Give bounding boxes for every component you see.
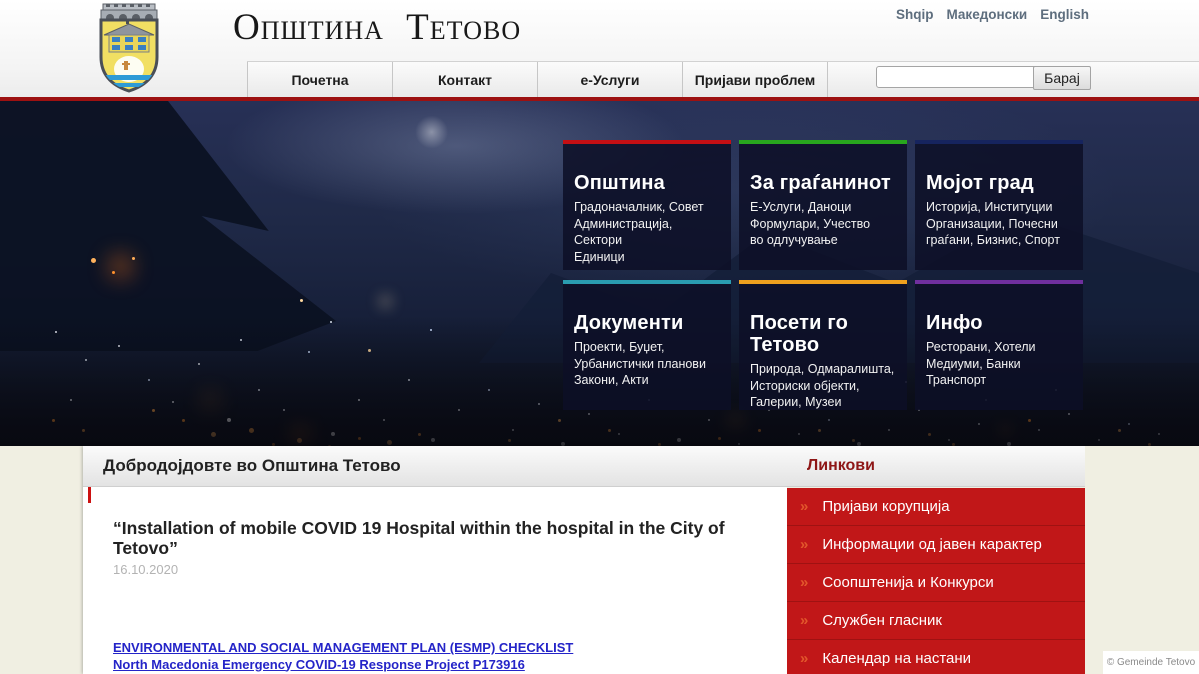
tile-subtitle: Градоначалник, Совет Администрација, Сек… [574, 199, 721, 265]
lang-makedonski[interactable]: Македонски [947, 7, 1028, 22]
sidebar-heading-bar: Линкови [787, 446, 1085, 487]
tile-title: Документи [574, 312, 721, 334]
tile-info[interactable]: Инфо Ресторани, Хотели Медиуми, Банки Тр… [915, 280, 1083, 410]
welcome-heading: Добродојдовте во Општина Тетово [103, 456, 401, 476]
double-chevron-icon: » [800, 574, 808, 591]
nav-tab-report-problem[interactable]: Пријави проблем [683, 62, 828, 98]
hero-night-cityscape: Општина Градоначалник, Совет Администрац… [0, 101, 1199, 446]
tile-title: Мојот град [926, 172, 1073, 194]
article-date: 16.10.2020 [113, 562, 178, 577]
tile-title: Инфо [926, 312, 1073, 334]
language-switcher: Shqip Македонски English [896, 7, 1089, 22]
sidebar-link-label: Пријави корупција [822, 498, 949, 515]
tile-subtitle: Историја, Институции Организации, Почесн… [926, 199, 1073, 249]
municipality-coat-of-arms-logo[interactable] [94, 3, 164, 93]
covid-response-project-link[interactable]: North Macedonia Emergency COVID-19 Respo… [113, 657, 573, 674]
tile-subtitle: Ресторани, Хотели Медиуми, Банки Транспо… [926, 339, 1073, 389]
search-button[interactable]: Барај [1033, 66, 1091, 90]
double-chevron-icon: » [800, 536, 808, 553]
tile-documents[interactable]: Документи Проекти, Буџет, Урбанистички п… [563, 280, 731, 410]
city-light-glows [0, 101, 1, 102]
sidebar-link-label: Службен гласник [822, 612, 942, 629]
red-accent-bar [88, 487, 91, 503]
double-chevron-icon: » [800, 650, 808, 667]
search-input[interactable] [876, 66, 1040, 88]
double-chevron-icon: » [800, 612, 808, 629]
nav-tab-home[interactable]: Почетна [247, 62, 393, 98]
tile-visit-tetovo[interactable]: Посети го Тетово Природа, Одмаралишта, И… [739, 280, 907, 410]
links-sidebar: Линкови » Пријави корупција » Информации… [787, 446, 1085, 674]
lang-shqip[interactable]: Shqip [896, 7, 934, 22]
double-chevron-icon: » [800, 498, 808, 515]
sidebar-link-label: Информации од јавен карактер [822, 536, 1042, 553]
nav-tab-eservices[interactable]: е-Услуги [538, 62, 683, 98]
header: Општина Тетово Shqip Македонски English … [0, 0, 1199, 97]
sidebar-link-list: » Пријави корупција » Информации од јаве… [787, 488, 1085, 674]
tile-title: За граѓанинот [750, 172, 897, 194]
copyright-watermark: © Gemeinde Tetovo [1103, 651, 1199, 674]
tile-municipality[interactable]: Општина Градоначалник, Совет Администрац… [563, 140, 731, 270]
article-title: “Installation of mobile COVID 19 Hospita… [113, 519, 753, 558]
hero-tile-menu: Општина Градоначалник, Совет Администрац… [563, 140, 1083, 410]
tile-my-city[interactable]: Мојот град Историја, Институции Организа… [915, 140, 1083, 270]
page-title: Општина Тетово [233, 6, 521, 49]
tile-subtitle: Природа, Одмаралишта, Историски објекти,… [750, 361, 897, 411]
tile-for-citizens[interactable]: За граѓанинот Е-Услуги, Даноци Формулари… [739, 140, 907, 270]
welcome-heading-bar: Добродојдовте во Општина Тетово [83, 446, 787, 487]
lang-english[interactable]: English [1040, 7, 1089, 22]
sidebar-link-announcements[interactable]: » Соопштенија и Конкурси [787, 564, 1085, 602]
sidebar-link-label: Соопштенија и Конкурси [822, 574, 993, 591]
tile-subtitle: Проекти, Буџет, Урбанистички планови Зак… [574, 339, 721, 389]
article-panel: Добродојдовте во Општина Тетово “Install… [83, 446, 787, 674]
municipality-tetovo-homepage: Општина Тетово Shqip Македонски English … [0, 0, 1199, 674]
tile-subtitle: Е-Услуги, Даноци Формулари, Учество во о… [750, 199, 897, 249]
nav-tab-contact[interactable]: Контакт [393, 62, 538, 98]
sidebar-heading: Линкови [807, 457, 875, 475]
sidebar-link-public-information[interactable]: » Информации од јавен карактер [787, 526, 1085, 564]
sidebar-link-official-gazette[interactable]: » Службен гласник [787, 602, 1085, 640]
mountain-silhouette-left [0, 101, 560, 351]
tile-title: Општина [574, 172, 721, 194]
sidebar-link-report-corruption[interactable]: » Пријави корупција [787, 488, 1085, 526]
tile-title: Посети го Тетово [750, 312, 897, 356]
article-links: ENVIRONMENTAL AND SOCIAL MANAGEMENT PLAN… [113, 640, 573, 673]
esmp-checklist-link[interactable]: ENVIRONMENTAL AND SOCIAL MANAGEMENT PLAN… [113, 640, 573, 657]
sidebar-link-events-calendar[interactable]: » Календар на настани [787, 640, 1085, 674]
sidebar-link-label: Календар на настани [822, 650, 971, 667]
